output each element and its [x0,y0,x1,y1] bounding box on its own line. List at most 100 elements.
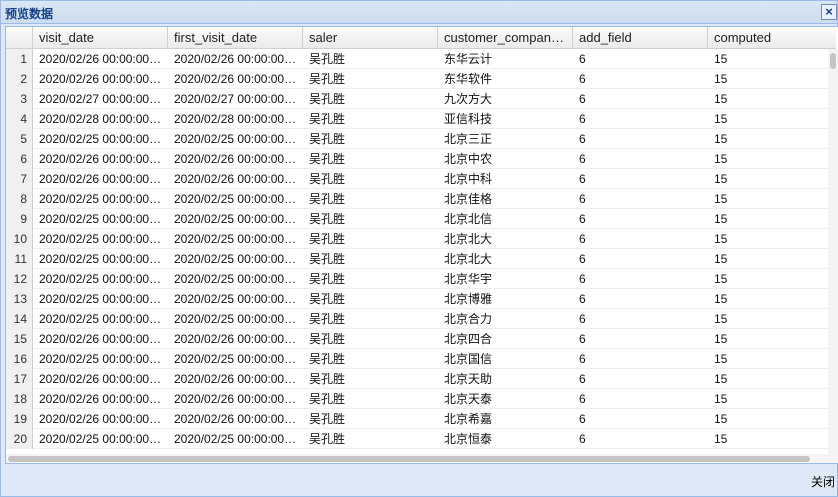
cell-saler: 吴孔胜 [309,212,346,226]
cell-visit-date: 2020/02/25 00:00:00… [39,132,162,146]
column-header-saler[interactable]: saler [303,27,438,49]
table-row[interactable]: 17 2020/02/26 00:00:00… 2020/02/26 00:00:0… [6,369,828,389]
table-row[interactable]: 12 2020/02/25 00:00:00… 2020/02/25 00:00:0… [6,269,828,289]
row-number: 17 [6,369,33,389]
column-header-computed[interactable]: computed [708,27,836,49]
cell-computed: 15 [714,152,728,166]
cell-first-visit-date: 2020/02/25 00:00:00… [174,192,297,206]
cell-add-field: 6 [579,72,586,86]
cell-customer-company: 北京博雅 [444,292,493,306]
cell-computed: 15 [714,132,728,146]
cell-customer-company: 北京北信 [444,212,493,226]
data-grid: visit_date first_visit_date saler custom… [5,26,838,464]
close-icon[interactable]: × [821,4,837,20]
cell-computed: 15 [714,112,728,126]
cell-add-field: 6 [579,372,586,386]
cell-first-visit-date: 2020/02/26 00:00:00… [174,152,297,166]
table-row[interactable]: 8 2020/02/25 00:00:00… 2020/02/25 00:00:00… [6,189,828,209]
table-row[interactable]: 19 2020/02/26 00:00:00… 2020/02/26 00:00:0… [6,409,828,429]
table-row[interactable]: 3 2020/02/27 00:00:00… 2020/02/27 00:00:00… [6,89,828,109]
cell-saler: 吴孔胜 [309,392,346,406]
table-row[interactable]: 13 2020/02/25 00:00:00… 2020/02/25 00:00:0… [6,289,828,309]
table-row[interactable]: 16 2020/02/25 00:00:00… 2020/02/25 00:00:0… [6,349,828,369]
cell-computed: 15 [714,372,728,386]
cell-visit-date: 2020/02/25 00:00:00… [39,272,162,286]
cell-visit-date: 2020/02/26 00:00:00… [39,72,162,86]
column-header-add-field[interactable]: add_field [573,27,708,49]
table-row[interactable]: 7 2020/02/26 00:00:00… 2020/02/26 00:00:00… [6,169,828,189]
cell-saler: 吴孔胜 [309,72,346,86]
cell-saler: 吴孔胜 [309,252,346,266]
cell-visit-date: 2020/02/26 00:00:00… [39,52,162,66]
cell-computed: 15 [714,72,728,86]
cell-saler: 吴孔胜 [309,192,346,206]
row-number: 11 [6,249,33,269]
column-header-visit-date[interactable]: visit_date [33,27,168,49]
cell-saler: 吴孔胜 [309,172,346,186]
cell-first-visit-date: 2020/02/25 00:00:00… [174,132,297,146]
row-number: 2 [6,69,33,89]
dialog-titlebar[interactable]: 预览数据 × [1,1,837,24]
cell-first-visit-date: 2020/02/28 00:00:00… [174,112,297,126]
cell-computed: 15 [714,292,728,306]
cell-customer-company: 北京中科 [444,172,493,186]
cell-computed: 15 [714,52,728,66]
cell-first-visit-date: 2020/02/26 00:00:00… [174,412,297,426]
cell-first-visit-date: 2020/02/25 00:00:00… [174,352,297,366]
cell-computed: 15 [714,92,728,106]
table-row[interactable]: 15 2020/02/26 00:00:00… 2020/02/26 00:00:0… [6,329,828,349]
table-row[interactable]: 14 2020/02/25 00:00:00… 2020/02/25 00:00:0… [6,309,828,329]
table-row[interactable]: 5 2020/02/25 00:00:00… 2020/02/25 00:00:00… [6,129,828,149]
cell-first-visit-date: 2020/02/25 00:00:00… [174,432,297,446]
table-row[interactable]: 4 2020/02/28 00:00:00… 2020/02/28 00:00:00… [6,109,828,129]
table-row[interactable]: 20 2020/02/25 00:00:00… 2020/02/25 00:00:0… [6,429,828,449]
vertical-scroll-thumb[interactable] [830,53,836,69]
cell-saler: 吴孔胜 [309,312,346,326]
cell-visit-date: 2020/02/25 00:00:00… [39,252,162,266]
cell-computed: 15 [714,312,728,326]
row-number: 13 [6,289,33,309]
horizontal-scroll-thumb[interactable] [8,456,810,462]
cell-add-field: 6 [579,192,586,206]
row-number-header [6,27,33,49]
cell-customer-company: 亚信科技 [444,112,493,126]
vertical-scrollbar[interactable] [828,49,838,455]
row-number: 6 [6,149,33,169]
preview-data-dialog: 预览数据 × visit_date first_visit_date saler… [0,0,838,497]
cell-customer-company: 北京佳格 [444,192,493,206]
table-row[interactable]: 2 2020/02/26 00:00:00… 2020/02/26 00:00:00… [6,69,828,89]
cell-first-visit-date: 2020/02/26 00:00:00… [174,52,297,66]
cell-saler: 吴孔胜 [309,272,346,286]
cell-customer-company: 北京三正 [444,132,493,146]
row-number: 5 [6,129,33,149]
cell-add-field: 6 [579,432,586,446]
cell-add-field: 6 [579,152,586,166]
table-row[interactable]: 18 2020/02/26 00:00:00… 2020/02/26 00:00:0… [6,389,828,409]
close-button[interactable]: 关闭 [811,473,835,490]
column-header-customer-company[interactable]: customer_compan… [438,27,573,49]
table-row[interactable]: 10 2020/02/25 00:00:00… 2020/02/25 00:00:0… [6,229,828,249]
cell-visit-date: 2020/02/28 00:00:00… [39,112,162,126]
horizontal-scrollbar[interactable] [6,454,838,463]
table-row[interactable]: 9 2020/02/25 00:00:00… 2020/02/25 00:00:00… [6,209,828,229]
cell-add-field: 6 [579,352,586,366]
table-row[interactable]: 6 2020/02/26 00:00:00… 2020/02/26 00:00:00… [6,149,828,169]
table-row[interactable]: 1 2020/02/26 00:00:00… 2020/02/26 00:00:00… [6,49,828,69]
row-number: 12 [6,269,33,289]
cell-first-visit-date: 2020/02/25 00:00:00… [174,292,297,306]
cell-add-field: 6 [579,392,586,406]
cell-add-field: 6 [579,92,586,106]
cell-first-visit-date: 2020/02/25 00:00:00… [174,272,297,286]
table-row[interactable]: 11 2020/02/25 00:00:00… 2020/02/25 00:00:0… [6,249,828,269]
cell-customer-company: 北京天泰 [444,392,493,406]
row-number: 19 [6,409,33,429]
cell-visit-date: 2020/02/25 00:00:00… [39,192,162,206]
column-header-first-visit-date[interactable]: first_visit_date [168,27,303,49]
row-number: 15 [6,329,33,349]
cell-computed: 15 [714,252,728,266]
cell-visit-date: 2020/02/25 00:00:00… [39,352,162,366]
cell-computed: 15 [714,352,728,366]
row-number: 4 [6,109,33,129]
cell-customer-company: 北京北大 [444,232,493,246]
cell-visit-date: 2020/02/26 00:00:00… [39,172,162,186]
